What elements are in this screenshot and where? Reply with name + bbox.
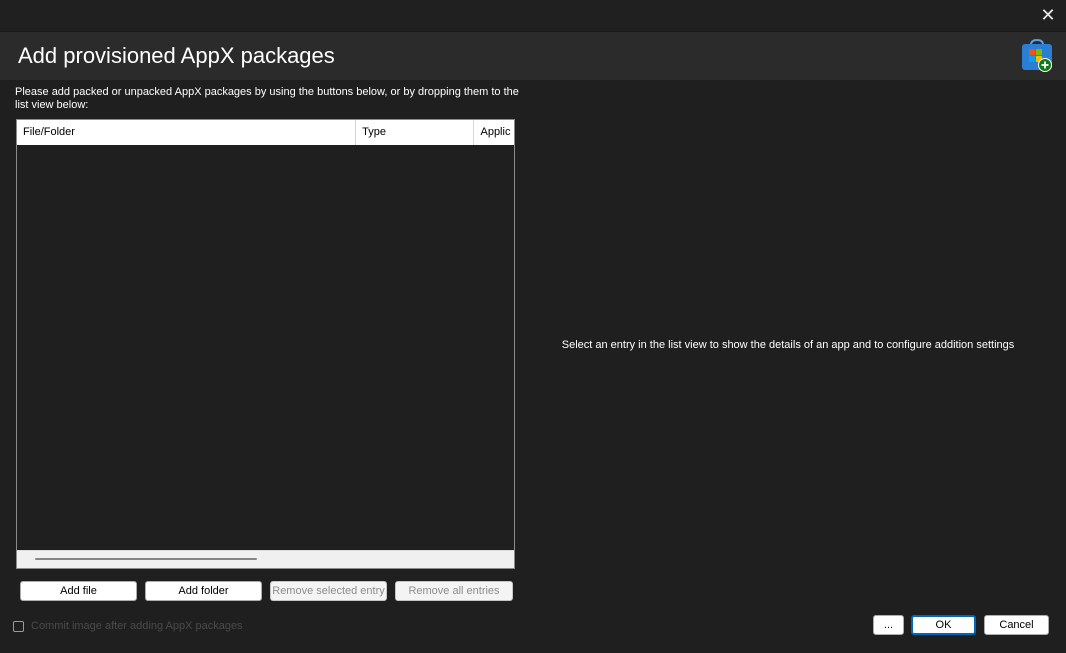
dialog-header: Add provisioned AppX packages [0,31,1066,80]
list-horizontal-scrollbar[interactable] [17,550,514,568]
remove-selected-entry-button[interactable]: Remove selected entry [270,581,387,601]
scrollbar-thumb[interactable] [35,558,257,560]
list-header: File/Folder Type Applic [17,120,514,145]
column-header-type[interactable]: Type [356,120,475,145]
details-placeholder-text: Select an entry in the list view to show… [561,339,1015,351]
store-bag-plus-icon [1021,38,1053,73]
more-options-button[interactable]: ... [873,615,904,635]
ok-button[interactable]: OK [911,615,976,635]
cancel-button[interactable]: Cancel [984,615,1049,635]
commit-image-option[interactable]: Commit image after adding AppX packages [13,619,243,633]
close-button[interactable]: ✕ [1034,2,1062,28]
dialog-title: Add provisioned AppX packages [18,43,335,68]
column-header-file-folder[interactable]: File/Folder [17,120,357,145]
remove-all-entries-button[interactable]: Remove all entries [395,581,513,601]
column-header-application[interactable]: Applic [474,120,514,145]
package-list-view[interactable]: File/Folder Type Applic [16,119,515,569]
add-folder-button[interactable]: Add folder [145,581,262,601]
commit-image-checkbox[interactable] [13,620,24,632]
window-titlebar: ✕ [0,0,1066,31]
commit-image-label: Commit image after adding AppX packages [31,620,243,632]
instructions-text: Please add packed or unpacked AppX packa… [15,86,519,111]
close-icon: ✕ [1040,4,1056,25]
add-file-button[interactable]: Add file [20,581,137,601]
